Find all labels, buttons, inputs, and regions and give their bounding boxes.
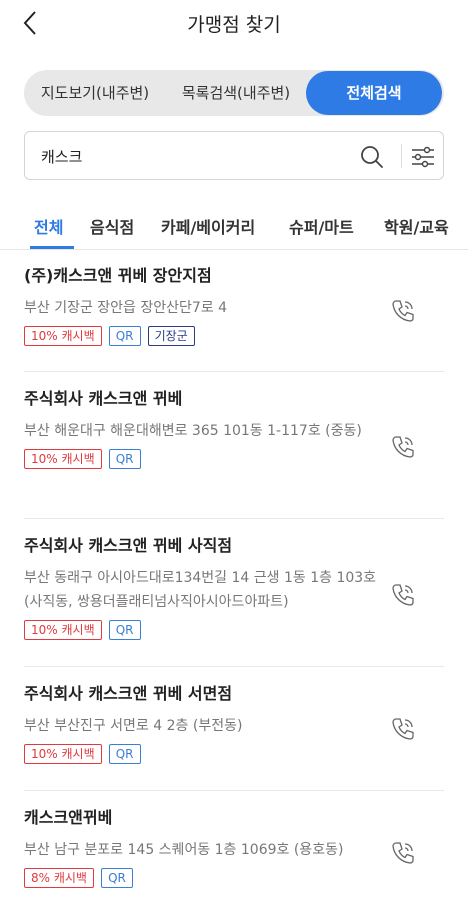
merchant-name: 캐스크앤뀌베 xyxy=(24,808,113,827)
search-box xyxy=(24,131,444,180)
call-button[interactable] xyxy=(390,582,416,608)
phone-icon xyxy=(392,842,414,864)
tab-academy[interactable]: 학원/교육 xyxy=(384,214,449,238)
list-divider xyxy=(24,790,444,791)
phone-icon xyxy=(392,584,414,606)
merchant-address: 부산 동래구 아시아드대로134번길 14 근생 1동 1층 103호 (사직동… xyxy=(24,570,377,610)
tab-all[interactable]: 전체 xyxy=(34,214,63,238)
phone-icon xyxy=(392,718,414,740)
merchant-badges: 10% 캐시백 QR xyxy=(24,620,444,642)
qr-badge: QR xyxy=(108,744,141,764)
call-button[interactable] xyxy=(390,716,416,742)
filter-button[interactable] xyxy=(409,144,437,170)
category-tabs: 전체 음식점 카페/베이커리 슈퍼/마트 학원/교육 xyxy=(0,206,468,250)
header: 가맹점 찾기 xyxy=(0,0,468,46)
merchant-badges: 10% 캐시백 QR xyxy=(24,449,444,471)
list-divider xyxy=(24,666,444,667)
page-title: 가맹점 찾기 xyxy=(187,14,281,36)
qr-badge: QR xyxy=(108,326,141,346)
list-divider xyxy=(24,518,444,519)
tab-restaurant[interactable]: 음식점 xyxy=(90,214,134,238)
search-mode-segmented-control: 지도보기(내주변) 목록검색(내주변) 전체검색 xyxy=(24,70,444,116)
cashback-badge: 10% 캐시백 xyxy=(24,326,102,346)
qr-badge: QR xyxy=(108,620,141,640)
search-divider xyxy=(401,144,402,168)
active-tab-indicator xyxy=(30,246,74,249)
merchant-badges: 10% 캐시백 QR 기장군 xyxy=(24,326,444,348)
merchant-address: 부산 해운대구 해운대해변로 365 101동 1-117호 (중동) xyxy=(24,423,362,439)
merchant-badges: 10% 캐시백 QR xyxy=(24,744,444,766)
merchant-name: 주식회사 캐스크앤 뀌베 사직점 xyxy=(24,536,233,555)
merchant-address: 부산 기장군 장안읍 장안산단7로 4 xyxy=(24,300,228,316)
list-item[interactable]: 주식회사 캐스크앤 뀌베 사직점 부산 동래구 아시아드대로134번길 14 근… xyxy=(24,534,444,642)
merchant-address: 부산 부산진구 서면로 4 2층 (부전동) xyxy=(24,718,243,734)
segment-list-nearby[interactable]: 목록검색(내주변) xyxy=(166,70,306,116)
search-input[interactable] xyxy=(41,144,341,168)
phone-icon xyxy=(392,300,414,322)
qr-badge: QR xyxy=(108,449,141,469)
filter-sliders-icon xyxy=(412,146,434,168)
call-button[interactable] xyxy=(390,298,416,324)
list-item[interactable]: 캐스크앤뀌베 부산 남구 분포로 145 스퀘어동 1층 1069호 (용호동)… xyxy=(24,806,444,890)
search-button[interactable] xyxy=(359,144,385,170)
merchant-badges: 8% 캐시백 QR xyxy=(24,868,444,890)
cashback-badge: 10% 캐시백 xyxy=(24,744,102,764)
search-icon xyxy=(361,146,383,168)
phone-icon xyxy=(392,436,414,458)
call-button[interactable] xyxy=(390,434,416,460)
call-button[interactable] xyxy=(390,840,416,866)
segment-map-nearby[interactable]: 지도보기(내주변) xyxy=(24,70,166,116)
merchant-address: 부산 남구 분포로 145 스퀘어동 1층 1069호 (용호동) xyxy=(24,842,344,858)
merchant-name: 주식회사 캐스크앤 뀌베 서면점 xyxy=(24,684,233,703)
cashback-badge: 10% 캐시백 xyxy=(24,449,102,469)
segment-all-search[interactable]: 전체검색 xyxy=(306,71,442,115)
merchant-name: 주식회사 캐스크앤 뀌베 xyxy=(24,389,183,408)
tab-cafe-bakery[interactable]: 카페/베이커리 xyxy=(161,214,255,238)
cashback-badge: 8% 캐시백 xyxy=(24,868,94,888)
list-divider xyxy=(24,371,444,372)
list-item[interactable]: (주)캐스크앤 뀌베 장안지점 부산 기장군 장안읍 장안산단7로 4 10% … xyxy=(24,264,444,348)
region-badge: 기장군 xyxy=(147,326,195,346)
tab-supermarket[interactable]: 슈퍼/마트 xyxy=(289,214,354,238)
cashback-badge: 10% 캐시백 xyxy=(24,620,102,640)
list-item[interactable]: 주식회사 캐스크앤 뀌베 서면점 부산 부산진구 서면로 4 2층 (부전동) … xyxy=(24,682,444,766)
qr-badge: QR xyxy=(101,868,133,888)
merchant-name: (주)캐스크앤 뀌베 장안지점 xyxy=(24,266,212,285)
list-item[interactable]: 주식회사 캐스크앤 뀌베 부산 해운대구 해운대해변로 365 101동 1-1… xyxy=(24,387,444,471)
